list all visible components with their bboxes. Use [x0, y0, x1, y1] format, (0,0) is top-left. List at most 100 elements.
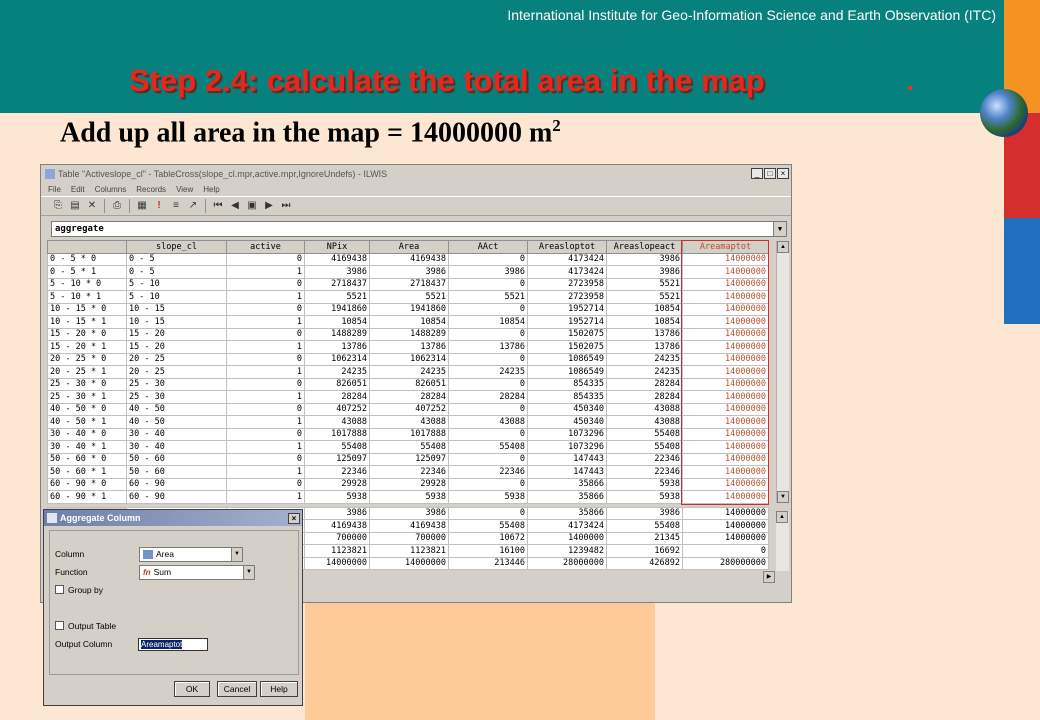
- table-window-titlebar[interactable]: Table "Activeslope_cl" - TableCross(slop…: [41, 165, 791, 182]
- table-cell[interactable]: 1: [226, 315, 305, 329]
- table-row[interactable]: 60 - 90 * 0 60 - 90 0 29928 29928 0 35866 5938 1…: [47, 477, 769, 491]
- copy-icon[interactable]: ⎘: [51, 199, 65, 213]
- table-cell[interactable]: 22346: [448, 465, 528, 479]
- properties-icon[interactable]: ▦: [135, 199, 149, 213]
- table-cell[interactable]: 1: [226, 340, 305, 354]
- scroll-right-icon[interactable]: ▶: [763, 571, 775, 583]
- table-row[interactable]: 40 - 50 * 1 40 - 50 1 43088 43088 43088 450340…: [47, 415, 769, 429]
- table-cell[interactable]: 0: [226, 252, 305, 266]
- row-key[interactable]: 60 - 90 * 0: [47, 477, 127, 491]
- command-line[interactable]: aggregate ▼: [51, 221, 787, 237]
- table-cell[interactable]: 22346: [606, 465, 683, 479]
- row-key[interactable]: 20 - 25 * 1: [47, 365, 127, 379]
- table-cell[interactable]: 1941860: [304, 302, 370, 316]
- table-cell[interactable]: 1: [226, 390, 305, 404]
- table-cell[interactable]: 55408: [304, 440, 370, 454]
- table-cell[interactable]: 60 - 90: [126, 477, 227, 491]
- table-cell[interactable]: 0: [226, 427, 305, 441]
- table-cell[interactable]: 1502075: [527, 327, 607, 341]
- table-cell[interactable]: 43088: [448, 415, 528, 429]
- exclamation-icon[interactable]: !: [152, 199, 166, 213]
- table-cell[interactable]: 43088: [606, 415, 683, 429]
- table-row[interactable]: 30 - 40 * 0 30 - 40 0 1017888 1017888 0 107329…: [47, 427, 769, 441]
- table-cell[interactable]: 125097: [304, 452, 370, 466]
- table-cell[interactable]: 1062314: [304, 352, 370, 366]
- table-cell[interactable]: 4173424: [527, 252, 607, 266]
- table-cell[interactable]: 60 - 90: [126, 490, 227, 504]
- table-cell[interactable]: 10 - 15: [126, 315, 227, 329]
- table-cell[interactable]: 1073296: [527, 427, 607, 441]
- table-cell[interactable]: 5938: [304, 490, 370, 504]
- table-cell[interactable]: 1017888: [369, 427, 449, 441]
- table-cell[interactable]: 1017888: [304, 427, 370, 441]
- table-cell[interactable]: 55408: [448, 440, 528, 454]
- table-row[interactable]: 50 - 60 * 0 50 - 60 0 125097 125097 0 147443 22…: [47, 452, 769, 466]
- table-cell[interactable]: 20 - 25: [126, 365, 227, 379]
- table-cell[interactable]: 5 - 10: [126, 277, 227, 291]
- table-cell[interactable]: 25 - 30: [126, 390, 227, 404]
- table-cell[interactable]: 35866: [527, 477, 607, 491]
- scroll-down-icon[interactable]: ▼: [777, 491, 789, 503]
- column-header[interactable]: NPix: [304, 240, 370, 254]
- table-cell[interactable]: 3986: [369, 265, 449, 279]
- table-cell[interactable]: 0: [226, 302, 305, 316]
- row-key[interactable]: 20 - 25 * 0: [47, 352, 127, 366]
- table-cell[interactable]: 407252: [304, 402, 370, 416]
- table-cell[interactable]: 10854: [304, 315, 370, 329]
- table-cell[interactable]: 1488289: [369, 327, 449, 341]
- scroll-up-icon[interactable]: ▲: [776, 511, 788, 523]
- dialog-titlebar[interactable]: Aggregate Column ×: [44, 510, 302, 526]
- table-cell[interactable]: 5 - 10: [126, 290, 227, 304]
- table-row[interactable]: 5 - 10 * 05 - 10 0 2718437 2718437 0 2723958 5…: [47, 277, 769, 291]
- table-cell[interactable]: 0: [226, 277, 305, 291]
- table-row[interactable]: 5 - 10 * 15 - 10 1 5521 5521 5521 2723958 5521…: [47, 290, 769, 304]
- table-cell[interactable]: 1062314: [369, 352, 449, 366]
- table-cell[interactable]: 29928: [369, 477, 449, 491]
- table-cell[interactable]: 0: [226, 477, 305, 491]
- table-cell[interactable]: 0 - 5: [126, 252, 227, 266]
- print-icon[interactable]: ⎙: [110, 199, 124, 213]
- help-button[interactable]: Help: [260, 681, 298, 697]
- table-cell[interactable]: 0: [226, 327, 305, 341]
- table-cell[interactable]: 25 - 30: [126, 377, 227, 391]
- table-cell[interactable]: 0: [448, 477, 528, 491]
- table-cell[interactable]: 50 - 60: [126, 465, 227, 479]
- table-cell[interactable]: 1502075: [527, 340, 607, 354]
- table-row[interactable]: 20 - 25 * 1 20 - 25 1 24235 24235 24235 108654…: [47, 365, 769, 379]
- table-cell[interactable]: 24235: [606, 365, 683, 379]
- table-cell[interactable]: 5938: [606, 490, 683, 504]
- table-cell[interactable]: 4173424: [527, 265, 607, 279]
- table-cell[interactable]: 13786: [369, 340, 449, 354]
- output-table-checkbox[interactable]: [55, 621, 64, 630]
- table-cell[interactable]: 28284: [304, 390, 370, 404]
- table-cell[interactable]: 15 - 20: [126, 340, 227, 354]
- function-select[interactable]: fn Sum ▼: [139, 565, 255, 580]
- column-header[interactable]: Areasloptot: [527, 240, 607, 254]
- table-cell[interactable]: 55408: [606, 427, 683, 441]
- previous-record-icon[interactable]: ◀: [228, 199, 242, 213]
- table-cell[interactable]: 55408: [369, 440, 449, 454]
- horizontal-scrollbar[interactable]: ▶: [763, 571, 789, 583]
- table-cell[interactable]: 0: [226, 352, 305, 366]
- table-cell[interactable]: 24235: [304, 365, 370, 379]
- column-header[interactable]: Area: [369, 240, 449, 254]
- table-row[interactable]: 0 - 5 * 00 - 5 0 4169438 4169438 0 4173424 398…: [47, 252, 769, 266]
- row-key[interactable]: 50 - 60 * 1: [47, 465, 127, 479]
- row-key[interactable]: 5 - 10 * 1: [47, 290, 127, 304]
- table-cell[interactable]: 2718437: [369, 277, 449, 291]
- table-cell[interactable]: 1952714: [527, 315, 607, 329]
- table-cell[interactable]: 0: [448, 252, 528, 266]
- table-cell[interactable]: 5938: [606, 477, 683, 491]
- column-select[interactable]: Area ▼: [139, 547, 243, 562]
- table-cell[interactable]: 1941860: [369, 302, 449, 316]
- table-cell[interactable]: 28284: [606, 390, 683, 404]
- table-cell[interactable]: 1: [226, 290, 305, 304]
- table-cell[interactable]: 15 - 20: [126, 327, 227, 341]
- menu-help[interactable]: Help: [203, 185, 219, 194]
- table-cell[interactable]: 55408: [606, 440, 683, 454]
- table-cell[interactable]: 5521: [369, 290, 449, 304]
- row-key[interactable]: 0 - 5 * 0: [47, 252, 127, 266]
- table-cell[interactable]: 24235: [369, 365, 449, 379]
- table-row[interactable]: 20 - 25 * 0 20 - 25 0 1062314 1062314 0 108654…: [47, 352, 769, 366]
- table-cell[interactable]: 0: [448, 327, 528, 341]
